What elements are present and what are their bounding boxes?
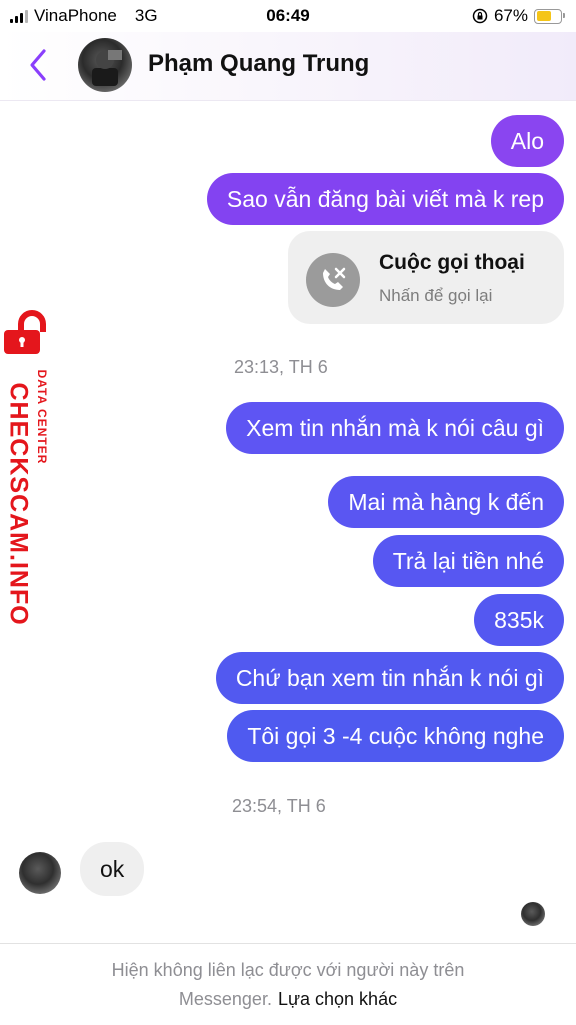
call-title: Cuộc gọi thoại <box>379 251 525 274</box>
notice-line2: Messenger. Lựa chọn khác <box>0 989 576 1010</box>
sender-avatar[interactable] <box>19 852 61 894</box>
call-subtitle: Nhấn để gọi lại <box>379 286 493 305</box>
footer-notice: Hiện không liên lạc được với người này t… <box>0 943 576 1025</box>
outgoing-message[interactable]: 835k <box>474 594 564 646</box>
status-right: 67% <box>472 6 565 26</box>
watermark-tagline: DATA CENTER <box>35 369 49 465</box>
timestamp: 23:54, TH 6 <box>232 796 326 816</box>
battery-level <box>536 11 551 21</box>
chevron-left-icon[interactable] <box>24 47 54 83</box>
conversation-header: Phạm Quang Trung <box>0 32 576 101</box>
battery-percent: 67% <box>493 6 528 25</box>
contact-name[interactable]: Phạm Quang Trung <box>148 50 369 78</box>
outgoing-message[interactable]: Tôi gọi 3 -4 cuộc không nghe <box>227 710 564 762</box>
outgoing-message[interactable]: Alo <box>490 115 564 167</box>
other-options-link[interactable]: Lựa chọn khác <box>278 989 397 1009</box>
status-bar: VinaPhone 3G 06:49 67% <box>0 0 576 32</box>
rotation-lock-icon <box>472 8 488 24</box>
watermark-brand: CHECKSCAM.INFO <box>4 382 33 626</box>
outgoing-message[interactable]: Mai mà hàng k đến <box>328 476 564 528</box>
missed-call-card[interactable]: Cuộc gọi thoại Nhấn để gọi lại <box>288 231 564 324</box>
contact-avatar[interactable] <box>78 38 132 92</box>
lock-icon <box>4 310 46 354</box>
outgoing-message[interactable]: Xem tin nhắn mà k nói câu gì <box>226 402 564 454</box>
incoming-message[interactable]: ok <box>80 842 145 896</box>
timestamp: 23:13, TH 6 <box>234 357 328 377</box>
notice-line2-text: Messenger. <box>178 989 272 1009</box>
outgoing-message[interactable]: Chứ bạn xem tin nhắn k nói gì <box>215 652 564 704</box>
outgoing-message[interactable]: Sao vẫn đăng bài viết mà k rep <box>206 173 564 225</box>
notice-line1: Hiện không liên lạc được với người này t… <box>111 960 465 980</box>
avatar-photo <box>92 50 122 86</box>
outgoing-message[interactable]: Trả lại tiền nhé <box>372 535 564 587</box>
battery-icon <box>534 8 565 24</box>
read-receipt-avatar <box>521 902 545 926</box>
missed-call-icon <box>306 253 360 307</box>
